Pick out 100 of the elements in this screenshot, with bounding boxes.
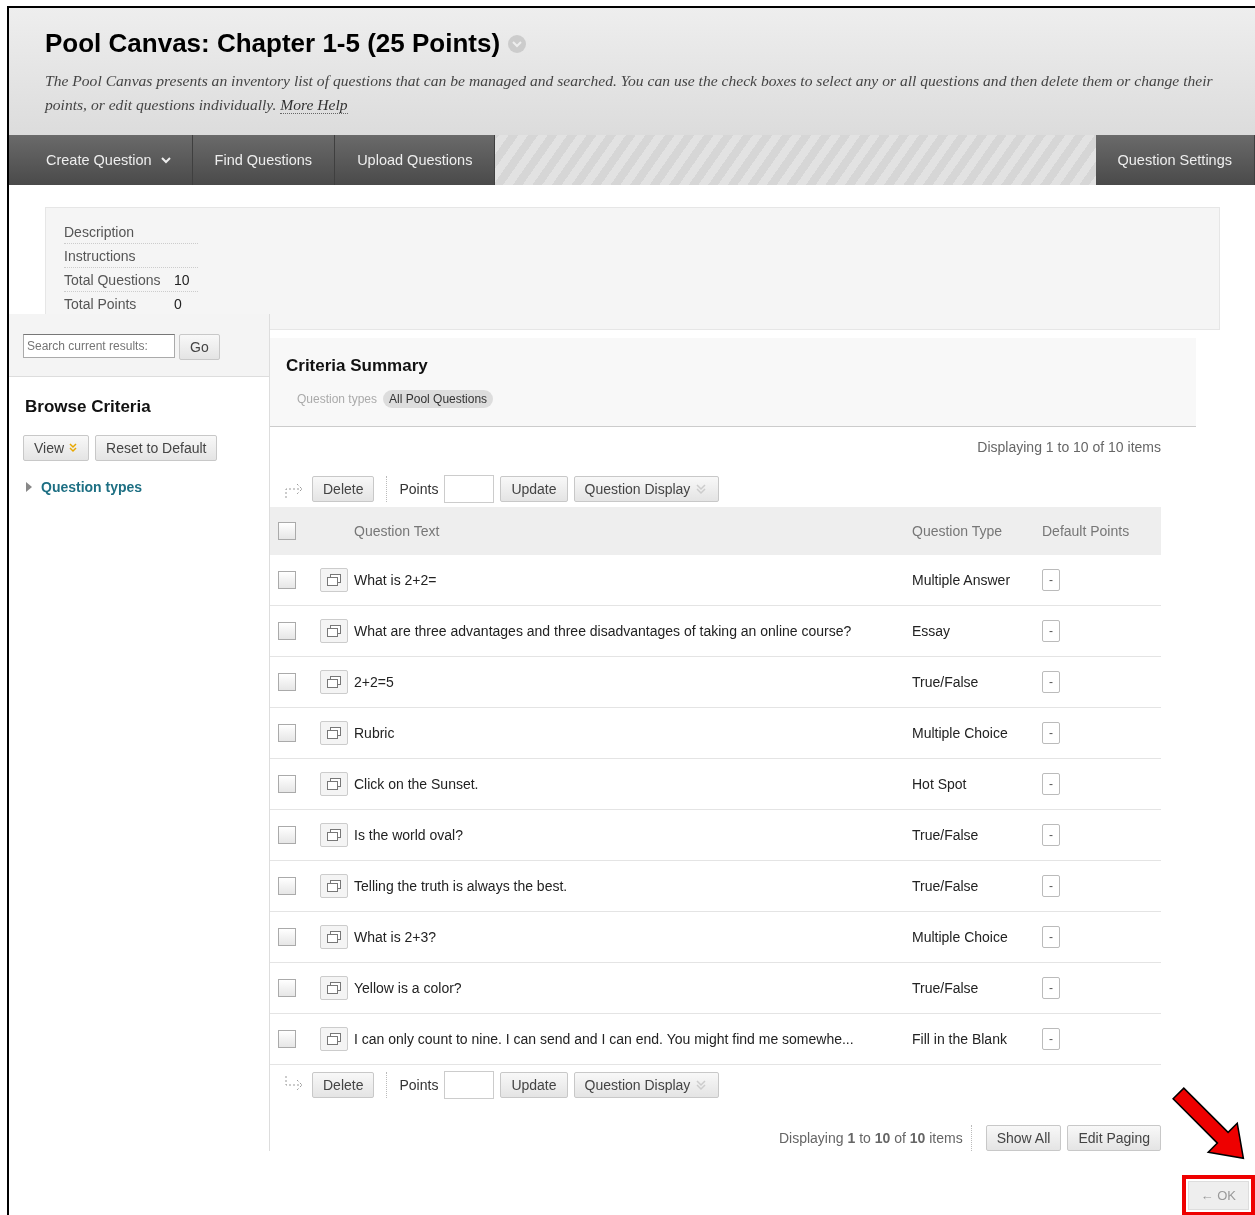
checkbox[interactable] [278, 1030, 296, 1048]
points-field[interactable] [444, 1071, 495, 1099]
preview-button[interactable] [320, 976, 348, 1000]
window-icon [327, 574, 341, 586]
detail-value: 10 [174, 272, 190, 288]
table-cell: Fill in the Blank [911, 1013, 1041, 1065]
paging-status: Displaying 1 to 10 of 10 items [976, 438, 1161, 457]
column-header: Default Points [1041, 507, 1161, 555]
filter-tag: All Pool Questions [383, 390, 494, 408]
chevron-icon [694, 1078, 709, 1092]
table-cell: Is the world oval? [353, 809, 911, 861]
table-cell: Essay [911, 605, 1041, 657]
checkbox[interactable] [278, 522, 296, 540]
table-cell: True/False [911, 656, 1041, 708]
page-description: The Pool Canvas presents an inventory list of questions that can be managed and searched. You can use the check boxes to select any or all questions and then delete them or change their points, or edit questions individually. More Help [45, 71, 1214, 116]
table-cell: True/False [911, 962, 1041, 1014]
chevron-icon [68, 442, 79, 454]
detail-label: Total Questions [64, 272, 162, 288]
detail-label: Total Points [64, 296, 138, 312]
table-cell: 2+2=5 [353, 656, 911, 708]
preview-button[interactable] [320, 619, 348, 643]
checkbox[interactable] [278, 673, 296, 691]
edit-paging-button[interactable]: Edit Paging [1067, 1125, 1161, 1151]
window-icon [327, 1033, 341, 1045]
column-header: Question Text [353, 507, 911, 555]
window-icon [327, 625, 341, 637]
table-cell: Click on the Sunset. [353, 758, 911, 810]
window-icon [327, 778, 341, 790]
points-button[interactable]: - [1042, 620, 1060, 642]
preview-button[interactable] [320, 874, 348, 898]
update-button[interactable]: Update [500, 1072, 568, 1098]
page-title: Pool Canvas: Chapter 1-5 (25 Points) [45, 28, 501, 59]
window-icon [327, 676, 341, 688]
show-all-button[interactable]: Show All [985, 1125, 1062, 1151]
checkbox[interactable] [278, 775, 296, 793]
detail-label: Description [64, 224, 136, 240]
question-display-button[interactable]: Question Display [573, 476, 720, 502]
preview-button[interactable] [320, 721, 348, 745]
column-header: Question Type [911, 507, 1041, 555]
checkbox[interactable] [278, 826, 296, 844]
preview-button[interactable] [320, 568, 348, 592]
menu-button[interactable]: Upload Questions [335, 135, 496, 185]
menu-button[interactable]: Find Questions [192, 135, 336, 185]
preview-button[interactable] [320, 925, 348, 949]
view-button[interactable]: View [23, 435, 90, 461]
checkbox[interactable] [278, 622, 296, 640]
caret-icon [159, 154, 172, 166]
menu-button[interactable]: Create Question [9, 135, 193, 185]
table-cell: What is 2+2= [353, 555, 911, 606]
delete-button[interactable]: Delete [312, 476, 375, 502]
points-button[interactable]: - [1042, 977, 1060, 999]
paging-status: Displaying 1 to 10 of 10 items [778, 1130, 963, 1146]
preview-button[interactable] [320, 670, 348, 694]
table-cell: Hot Spot [911, 758, 1041, 810]
go-button[interactable]: Go [179, 334, 220, 360]
table-cell: Rubric [353, 707, 911, 759]
points-button[interactable]: - [1042, 1028, 1060, 1050]
window-icon [327, 931, 341, 943]
table-cell: Multiple Choice [911, 911, 1041, 963]
points-button[interactable]: - [1042, 569, 1060, 591]
table-cell: Yellow is a color? [353, 962, 911, 1014]
reset-button[interactable]: Reset to Default [95, 435, 218, 461]
checkbox[interactable] [278, 724, 296, 742]
detail-value: 0 [174, 296, 182, 312]
points-button[interactable]: - [1042, 926, 1060, 948]
window-icon [327, 829, 341, 841]
points-field[interactable] [444, 475, 495, 503]
checkbox[interactable] [278, 877, 296, 895]
question-display-button[interactable]: Question Display [573, 1072, 720, 1098]
help-link[interactable]: More Help [280, 96, 348, 114]
chevron-icon [694, 482, 709, 496]
table-cell: I can only count to nine. I can send and I can end. You might find me somewhe... [353, 1013, 911, 1065]
points-button[interactable]: - [1042, 722, 1060, 744]
table-cell: Multiple Answer [911, 555, 1041, 606]
checkbox[interactable] [278, 571, 296, 589]
table-cell: Telling the truth is always the best. [353, 860, 911, 912]
points-button[interactable]: - [1042, 875, 1060, 897]
delete-button[interactable]: Delete [312, 1072, 375, 1098]
checkbox[interactable] [278, 928, 296, 946]
settings-button[interactable]: Question Settings [1095, 135, 1255, 185]
points-label: Points [399, 1077, 439, 1093]
points-label: Points [399, 481, 439, 497]
checkbox[interactable] [278, 979, 296, 997]
points-button[interactable]: - [1042, 773, 1060, 795]
filter-label: Question types [297, 392, 378, 406]
chevron-icon[interactable] [508, 34, 527, 53]
preview-button[interactable] [320, 772, 348, 796]
window-icon [327, 880, 341, 892]
table-cell: True/False [911, 860, 1041, 912]
search-field[interactable]: Search current results: [23, 334, 175, 358]
points-button[interactable]: - [1042, 671, 1060, 693]
table-cell: Multiple Choice [911, 707, 1041, 759]
preview-button[interactable] [320, 823, 348, 847]
points-button[interactable]: - [1042, 824, 1060, 846]
table-cell: What is 2+3? [353, 911, 911, 963]
caret-icon [25, 481, 33, 493]
update-button[interactable]: Update [500, 476, 568, 502]
window-icon [327, 982, 341, 994]
criteria-item[interactable]: Question types [9, 461, 269, 513]
preview-button[interactable] [320, 1027, 348, 1051]
